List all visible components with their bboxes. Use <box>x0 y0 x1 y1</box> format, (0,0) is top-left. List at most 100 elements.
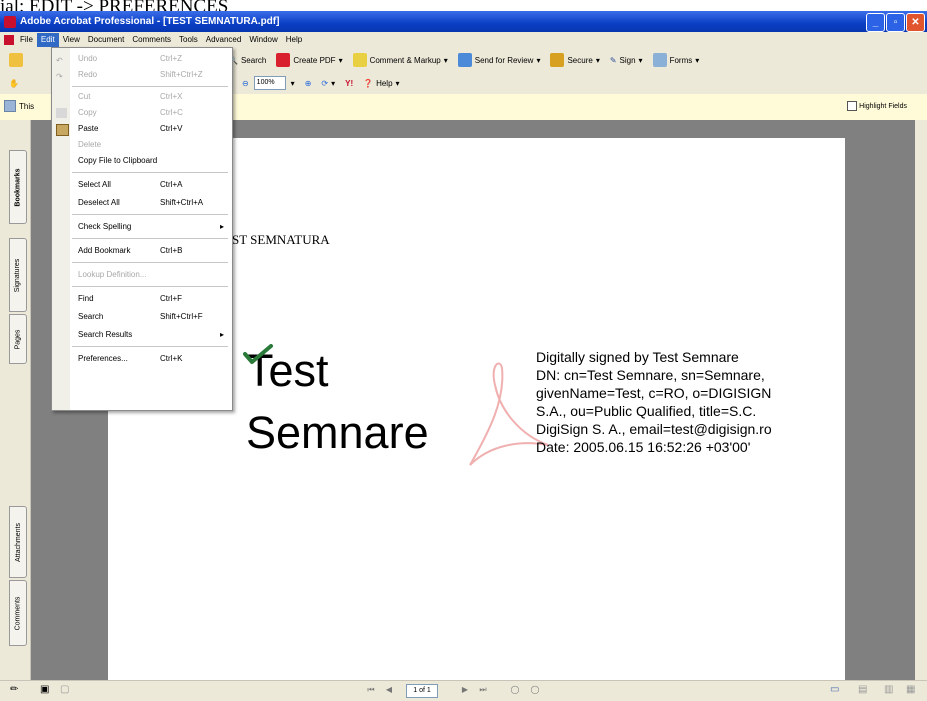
redo-icon: ↷ <box>56 72 63 81</box>
zoom-in-button[interactable]: ⊕ <box>300 74 317 92</box>
signature-line: Digitally signed by Test Semnare <box>536 349 739 365</box>
minimize-button[interactable]: _ <box>866 13 885 32</box>
sign-button[interactable]: ✎ Sign ▾ <box>605 51 648 69</box>
folder-icon <box>9 53 23 67</box>
menu-separator <box>72 262 228 263</box>
signature-line: S.A., ou=Public Qualified, title=S.C. <box>536 403 757 419</box>
signature-line: Date: 2005.06.15 16:52:26 +03'00' <box>536 439 751 455</box>
single-page-layout-icon[interactable]: ▭ <box>830 684 839 695</box>
lock-icon <box>550 53 565 67</box>
menu-item-search-results[interactable]: Search Results ▸ <box>52 328 232 342</box>
pen-icon: ✎ <box>609 55 617 65</box>
highlight-fields-checkbox[interactable] <box>847 101 858 111</box>
zoom-out-icon: ⊖ <box>241 78 249 88</box>
signature-details: Digitally signed by Test Semnare DN: cn=… <box>536 348 836 456</box>
signature-line: DigiSign S. A., email=test@digisign.ro <box>536 421 772 437</box>
menu-item-delete[interactable]: Delete <box>52 138 232 152</box>
menu-item-add-bookmark[interactable]: Add Bookmark Ctrl+B <box>52 244 232 258</box>
previous-page-button[interactable]: ◀ <box>384 685 394 695</box>
menu-tools[interactable]: Tools <box>175 33 202 47</box>
edit-tool-icon[interactable]: ✏ <box>10 684 18 695</box>
secure-button[interactable]: Secure ▾ <box>545 51 604 69</box>
snapshot-icon[interactable]: ▣ <box>40 684 49 695</box>
menu-item-check-spelling[interactable]: Check Spelling ▸ <box>52 220 232 234</box>
menu-item-cut[interactable]: Cut Ctrl+X <box>52 90 232 104</box>
menu-item-undo[interactable]: ↶ Undo Ctrl+Z <box>52 52 232 66</box>
zoom-dropdown[interactable]: ▾ <box>286 74 300 92</box>
menu-help[interactable]: Help <box>282 33 306 47</box>
menu-advanced[interactable]: Advanced <box>202 33 246 47</box>
menu-item-search[interactable]: Search Shift+Ctrl+F <box>52 310 232 324</box>
menu-view[interactable]: View <box>59 33 84 47</box>
document-status-icon: ▢ <box>60 684 70 695</box>
open-button[interactable] <box>4 51 28 69</box>
menu-file[interactable]: File <box>16 33 37 47</box>
last-page-button[interactable]: ⏭ <box>478 685 488 695</box>
menu-separator <box>72 286 228 287</box>
help-button[interactable]: ❓ Help ▾ <box>358 74 404 92</box>
continuous-facing-layout-icon[interactable]: ▦ <box>906 684 915 695</box>
menu-separator <box>72 86 228 87</box>
page-number-field[interactable]: 1 of 1 <box>406 684 438 698</box>
highlight-fields-button[interactable]: Highlight Fields <box>847 101 907 111</box>
menu-item-copy[interactable]: Copy Ctrl+C <box>52 106 232 120</box>
navigation-pane: Bookmarks Signatures Pages Attachments C… <box>0 120 31 680</box>
menu-item-select-all[interactable]: Select All Ctrl+A <box>52 178 232 192</box>
status-bar: ✏ ▣ ▢ ⏮ ◀ 1 of 1 ▶ ⏭ ◯ ◯ ▭ ▤ ▥ ▦ <box>0 680 927 701</box>
page-thumb-icon <box>4 100 16 112</box>
help-icon: ❓ <box>363 78 374 88</box>
continuous-layout-icon[interactable]: ▤ <box>858 684 867 695</box>
document-heading: ST SEMNATURA <box>232 232 330 247</box>
zoom-field[interactable]: 100% <box>253 76 286 90</box>
hand-icon: ✋ <box>9 78 19 88</box>
menu-comments[interactable]: Comments <box>128 33 175 47</box>
vertical-scrollbar[interactable] <box>915 120 927 680</box>
forms-icon <box>652 53 667 67</box>
menu-item-redo[interactable]: ↷ Redo Shift+Ctrl+Z <box>52 68 232 82</box>
yahoo-button[interactable]: Y! <box>340 74 358 92</box>
signature-check-icon <box>243 344 273 364</box>
yahoo-icon: Y! <box>345 78 354 88</box>
forms-button[interactable]: Forms ▾ <box>648 51 705 69</box>
send-review-button[interactable]: Send for Review ▾ <box>453 51 546 69</box>
menu-item-copy-file-to-clipboard[interactable]: Copy File to Clipboard <box>52 154 232 168</box>
window-title: Adobe Acrobat Professional - [TEST SEMNA… <box>20 16 280 27</box>
tab-attachments[interactable]: Attachments <box>9 506 27 578</box>
acrobat-app-icon <box>4 15 16 28</box>
next-view-button[interactable]: ◯ <box>530 685 540 695</box>
highlight-fields-label: Highlight Fields <box>859 102 907 110</box>
previous-view-button[interactable]: ◯ <box>510 685 520 695</box>
maximize-button[interactable]: ▫ <box>886 13 905 32</box>
menu-item-preferences[interactable]: Preferences... Ctrl+K <box>52 352 232 366</box>
next-page-button[interactable]: ▶ <box>460 685 470 695</box>
copy-icon <box>56 108 67 118</box>
tab-bookmarks[interactable]: Bookmarks <box>9 150 27 224</box>
send-review-icon <box>457 53 472 67</box>
close-button[interactable]: ✕ <box>906 13 925 32</box>
menu-window[interactable]: Window <box>245 33 281 47</box>
tab-comments[interactable]: Comments <box>9 580 27 646</box>
thumb-label: This <box>19 101 35 111</box>
rotate-button[interactable]: ⟳ ▾ <box>316 74 340 92</box>
hand-tool-button[interactable]: ✋ <box>4 74 24 92</box>
menu-edit[interactable]: Edit <box>36 33 59 47</box>
document-menu-icon[interactable] <box>4 35 14 45</box>
comment-icon <box>352 53 367 67</box>
facing-layout-icon[interactable]: ▥ <box>884 684 893 695</box>
zoom-out-button[interactable]: ⊖ <box>237 74 254 92</box>
menu-item-lookup-definition[interactable]: Lookup Definition... <box>52 268 232 282</box>
first-page-button[interactable]: ⏮ <box>366 685 376 695</box>
menu-item-find[interactable]: Find Ctrl+F <box>52 292 232 306</box>
menu-item-paste[interactable]: Paste Ctrl+V <box>52 122 232 136</box>
edit-menu-dropdown: ↶ Undo Ctrl+Z ↷ Redo Shift+Ctrl+Z Cut Ctrl+X … <box>51 47 233 411</box>
submenu-arrow-icon: ▸ <box>219 222 224 231</box>
tab-pages[interactable]: Pages <box>9 314 27 364</box>
signature-line: givenName=Test, c=RO, o=DIGISIGN <box>536 385 772 401</box>
create-pdf-button[interactable]: Create PDF ▾ <box>271 51 347 69</box>
zoom-in-icon: ⊕ <box>304 78 312 88</box>
tab-signatures[interactable]: Signatures <box>9 238 27 312</box>
menu-item-deselect-all[interactable]: Deselect All Shift+Ctrl+A <box>52 196 232 210</box>
menu-bar: File Edit View Document Comments Tools A… <box>0 32 927 48</box>
menu-document[interactable]: Document <box>84 33 128 47</box>
comment-markup-button[interactable]: Comment & Markup ▾ <box>348 51 453 69</box>
